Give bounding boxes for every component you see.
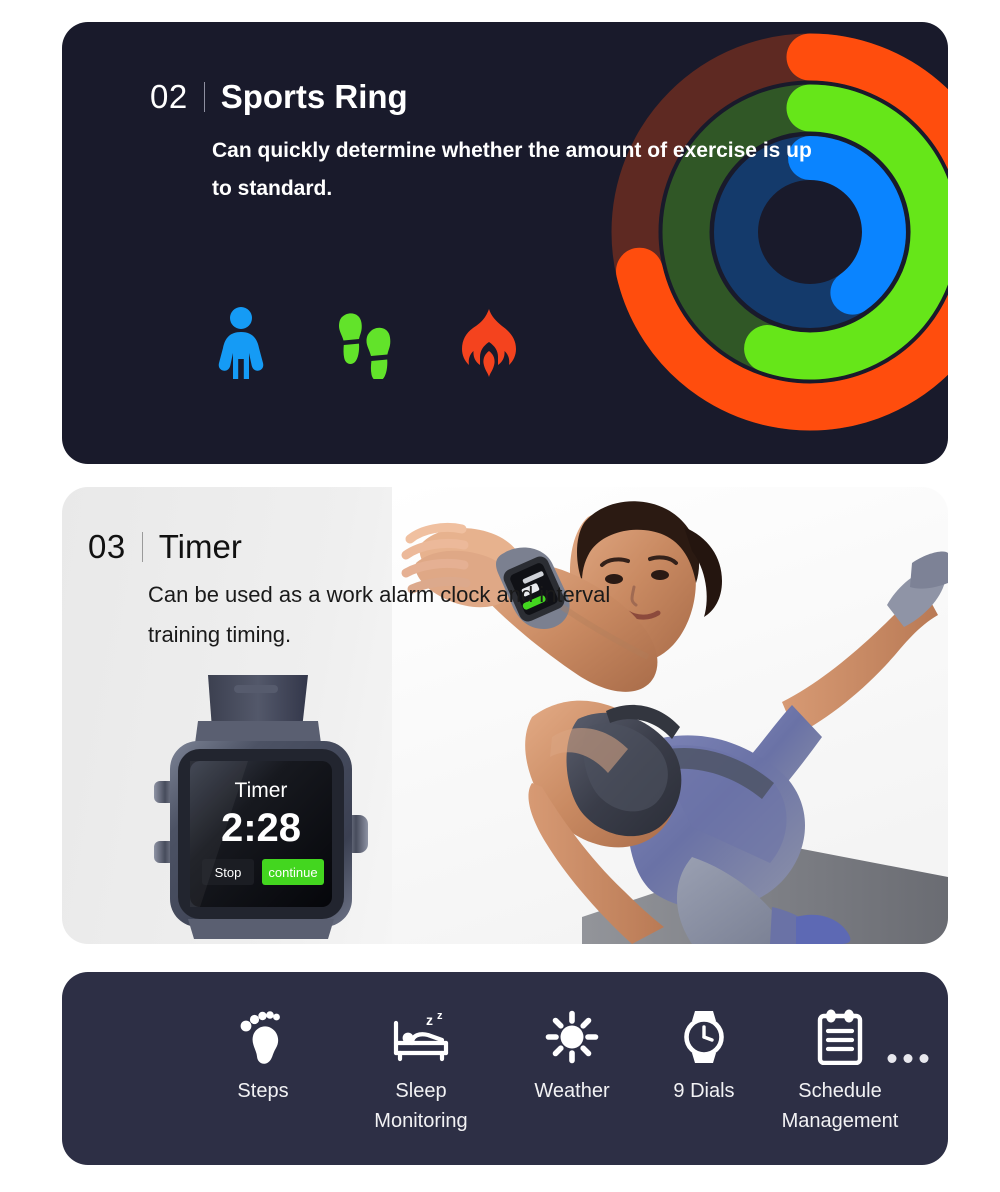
feature-steps[interactable]: Steps xyxy=(193,1006,333,1103)
heading-divider xyxy=(203,82,205,112)
watch-timer-heading: Timer xyxy=(235,779,288,802)
feature-bar: Steps z z Sleep Monitoring Weather 9 Dia… xyxy=(62,972,948,1165)
feature-sleep[interactable]: z z Sleep Monitoring xyxy=(351,1006,491,1139)
timer-card: 03 Timer Can be used as a work alarm clo… xyxy=(62,487,948,944)
fitness-model-photo xyxy=(392,487,948,944)
dot xyxy=(903,1054,913,1063)
feature-weather[interactable]: Weather xyxy=(502,1006,642,1103)
footprint-icon xyxy=(193,1006,333,1068)
feature-schedule[interactable]: Schedule Management xyxy=(770,1006,910,1139)
person-icon xyxy=(210,307,272,379)
smartwatch-device: Timer 2:28 Stop continue xyxy=(152,669,372,939)
feature-label: Weather xyxy=(534,1080,610,1102)
activity-rings-graphic xyxy=(590,22,948,464)
feature-dials[interactable]: 9 Dials xyxy=(634,1006,774,1103)
feature-label: 9 Dials xyxy=(673,1080,735,1102)
heading-divider xyxy=(141,532,143,562)
dot xyxy=(887,1054,897,1063)
watch-timer-value: 2:28 xyxy=(221,806,301,850)
timer-number: 03 xyxy=(88,528,126,565)
feature-label: Sleep xyxy=(395,1080,447,1102)
ellipsis-icon[interactable] xyxy=(887,1054,929,1063)
stand-ring-arc xyxy=(788,136,906,315)
footprints-icon xyxy=(334,307,396,379)
sports-ring-description: Can quickly determine whether the amount… xyxy=(212,139,812,200)
sun-icon xyxy=(502,1006,642,1068)
watch-clock-icon xyxy=(634,1006,774,1068)
watch-stop-label: Stop xyxy=(215,865,242,880)
svg-text:z: z xyxy=(426,1012,433,1028)
feature-label: Schedule xyxy=(798,1080,882,1102)
dot xyxy=(919,1054,929,1063)
rings-svg xyxy=(611,33,948,431)
watch-continue-label: continue xyxy=(268,865,317,880)
bed-sleep-icon: z z xyxy=(351,1006,491,1068)
feature-label: Steps xyxy=(237,1080,289,1102)
flame-icon xyxy=(458,307,520,379)
sports-ring-heading: 02 Sports Ring xyxy=(150,78,408,113)
sports-ring-title: Sports Ring xyxy=(220,78,408,115)
sports-ring-card: 02 Sports Ring Can quickly determine whe… xyxy=(62,22,948,464)
activity-icon-row xyxy=(210,307,520,379)
timer-description: Can be used as a work alarm clock and in… xyxy=(148,582,611,647)
svg-text:z: z xyxy=(437,1010,443,1022)
timer-heading: 03 Timer xyxy=(88,528,242,563)
feature-sublabel: Management xyxy=(781,1110,899,1132)
sports-ring-number: 02 xyxy=(150,78,188,115)
feature-sublabel: Monitoring xyxy=(374,1110,468,1132)
timer-title: Timer xyxy=(158,528,242,565)
